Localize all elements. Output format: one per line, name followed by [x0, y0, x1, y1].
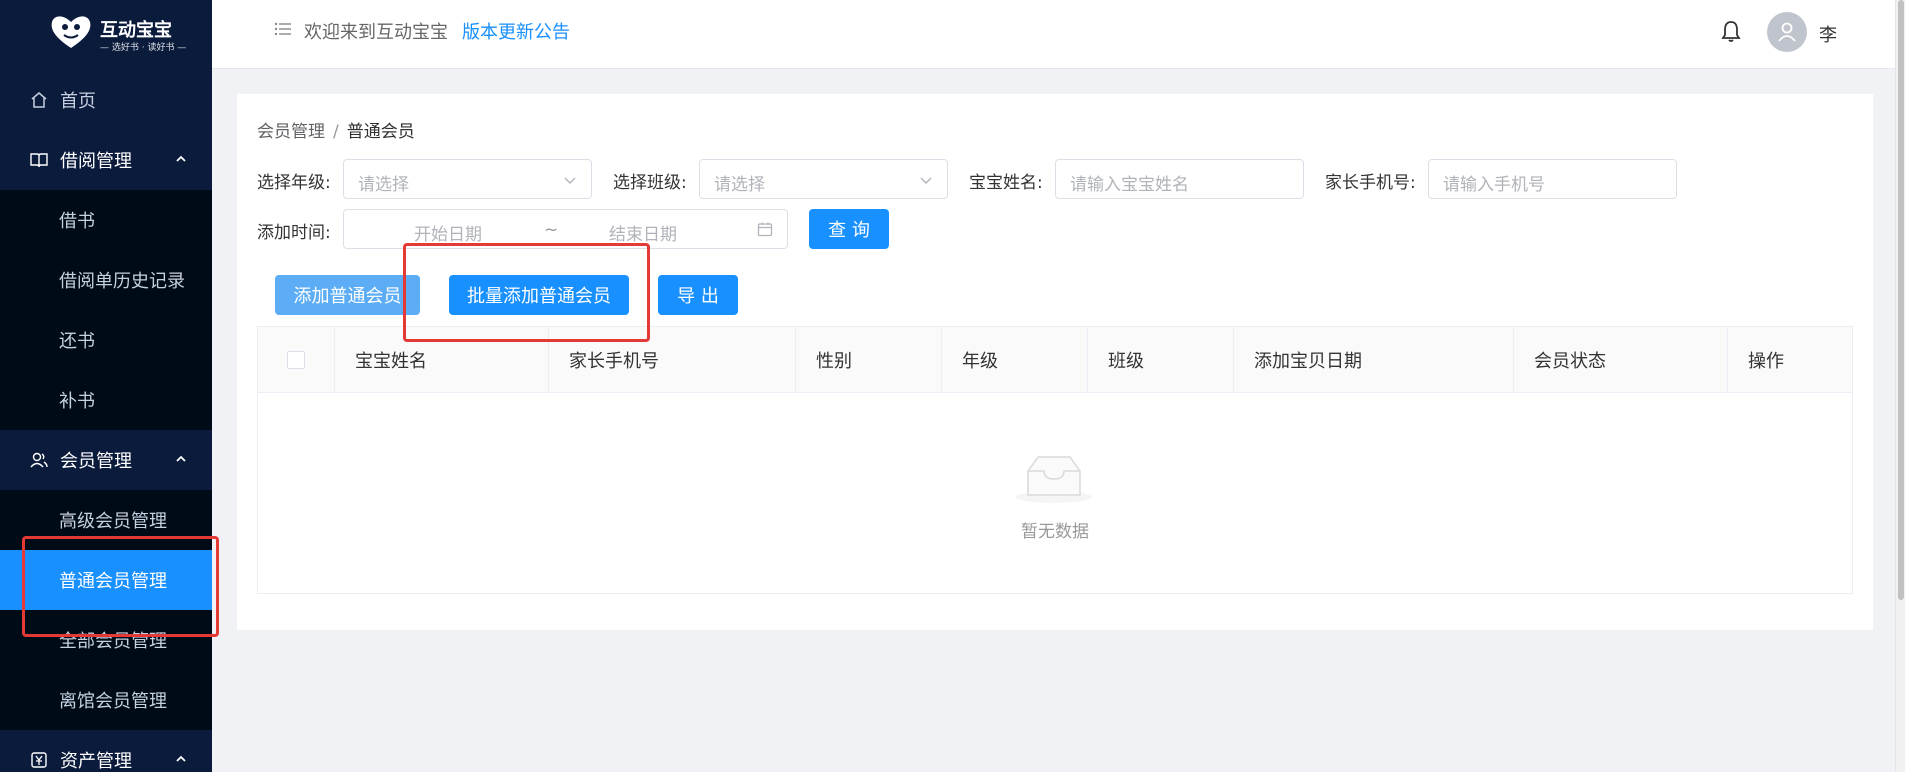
grade-placeholder: 请选择	[358, 175, 409, 195]
column-header[interactable]: 会员状态	[1514, 327, 1728, 393]
date-label: 添加时间:	[257, 223, 331, 243]
table-header: 宝宝姓名 家长手机号 性别 年级 班级 添加宝贝日期 会员状态 操作	[258, 327, 1852, 393]
book-icon	[28, 149, 50, 171]
breadcrumb: 会员管理 / 普通会员	[257, 117, 415, 142]
submenu-borrow: 借书 借阅单历史记录 还书 补书	[0, 190, 212, 430]
breadcrumb-parent[interactable]: 会员管理	[257, 122, 325, 142]
baby-name-placeholder: 请输入宝宝姓名	[1070, 175, 1189, 195]
sidebar: 互动宝宝 — 选好书 · 读好书 — 首页 借阅管理 借书 借阅单历史记录 还书…	[0, 0, 212, 772]
start-date-placeholder[interactable]: 开始日期	[414, 220, 482, 245]
sidebar-group-members[interactable]: 会员管理	[0, 430, 212, 490]
submenu-members: 高级会员管理 普通会员管理 全部会员管理 离馆会员管理	[0, 490, 212, 730]
welcome-text: 欢迎来到互动宝宝	[304, 22, 448, 43]
app-logo[interactable]: 互动宝宝 — 选好书 · 读好书 —	[48, 10, 186, 54]
sidebar-group-borrow[interactable]: 借阅管理	[0, 130, 212, 190]
column-header[interactable]: 操作	[1728, 327, 1852, 393]
sidebar-item-home[interactable]: 首页	[0, 70, 212, 130]
class-select[interactable]: 请选择	[699, 159, 948, 199]
sidebar-item-all-members[interactable]: 全部会员管理	[0, 610, 212, 670]
select-all-checkbox[interactable]	[287, 351, 305, 369]
empty-inbox-icon	[1016, 456, 1092, 503]
class-label: 选择班级:	[613, 173, 687, 193]
menu-list-icon[interactable]	[274, 20, 292, 38]
sidebar-item-borrow-book[interactable]: 借书	[0, 190, 212, 250]
logo-title: 互动宝宝	[100, 20, 172, 41]
table-empty-state: 暂无数据	[258, 393, 1852, 593]
class-placeholder: 请选择	[714, 175, 765, 195]
grade-select[interactable]: 请选择	[343, 159, 592, 199]
sidebar-item-replace-book[interactable]: 补书	[0, 370, 212, 430]
sidebar-group-assets[interactable]: 资产管理	[0, 730, 212, 772]
export-button[interactable]: 导 出	[658, 275, 738, 315]
username[interactable]: 李	[1819, 21, 1837, 47]
scrollbar-thumb[interactable]	[1898, 0, 1904, 600]
sidebar-item-regular-members[interactable]: 普通会员管理	[0, 550, 212, 610]
sidebar-group-label: 借阅管理	[60, 151, 132, 172]
grade-label: 选择年级:	[257, 173, 331, 193]
column-header[interactable]: 家长手机号	[549, 327, 796, 393]
empty-text: 暂无数据	[1021, 522, 1089, 542]
calendar-icon	[757, 222, 773, 237]
sidebar-item-label: 首页	[60, 91, 96, 112]
select-all-cell	[258, 327, 335, 393]
date-range-picker[interactable]: 开始日期 ~ 结束日期	[343, 209, 788, 249]
chevron-up-icon	[176, 155, 186, 162]
logo-tagline: — 选好书 · 读好书 —	[100, 43, 187, 53]
chevron-up-icon	[176, 755, 186, 762]
chevron-down-icon	[920, 177, 932, 184]
version-notice-link[interactable]: 版本更新公告	[462, 18, 570, 44]
top-header: 欢迎来到互动宝宝 版本更新公告 李	[212, 0, 1905, 69]
bulk-add-member-button[interactable]: 批量添加普通会员	[449, 275, 629, 315]
chevron-down-icon	[564, 177, 576, 184]
sidebar-item-borrow-history[interactable]: 借阅单历史记录	[0, 250, 212, 310]
home-icon	[28, 89, 50, 111]
phone-placeholder: 请输入手机号	[1443, 175, 1545, 195]
bell-icon[interactable]	[1720, 19, 1742, 43]
user-icon	[1778, 22, 1796, 42]
members-table: 宝宝姓名 家长手机号 性别 年级 班级 添加宝贝日期 会员状态 操作 暂无数据	[257, 326, 1853, 594]
column-header[interactable]: 添加宝贝日期	[1234, 327, 1514, 393]
sidebar-group-label: 资产管理	[60, 751, 132, 772]
phone-input[interactable]: 请输入手机号	[1428, 159, 1677, 199]
logo-heart-icon	[51, 16, 91, 48]
assets-icon	[28, 749, 50, 771]
phone-label: 家长手机号:	[1325, 173, 1416, 193]
sidebar-menu: 首页 借阅管理 借书 借阅单历史记录 还书 补书 会员管理 高级会员管理 普通会…	[0, 70, 212, 772]
baby-name-label: 宝宝姓名:	[969, 173, 1043, 193]
breadcrumb-current: 普通会员	[346, 122, 415, 142]
column-header[interactable]: 性别	[796, 327, 942, 393]
sidebar-group-label: 会员管理	[60, 451, 132, 472]
avatar[interactable]	[1767, 12, 1807, 52]
end-date-placeholder[interactable]: 结束日期	[609, 220, 677, 245]
sidebar-item-left-members[interactable]: 离馆会员管理	[0, 670, 212, 730]
column-header[interactable]: 年级	[942, 327, 1088, 393]
add-member-button[interactable]: 添加普通会员	[275, 275, 420, 315]
page-scrollbar[interactable]	[1895, 0, 1905, 772]
baby-name-input[interactable]: 请输入宝宝姓名	[1055, 159, 1304, 199]
column-header[interactable]: 宝宝姓名	[335, 327, 549, 393]
content-card: 会员管理 / 普通会员 选择年级: 请选择 选择班级: 请选择 宝宝姓名: 请输入宝…	[237, 94, 1873, 630]
members-icon	[28, 449, 50, 471]
query-button[interactable]: 查 询	[809, 209, 889, 249]
column-header[interactable]: 班级	[1088, 327, 1234, 393]
sidebar-item-premium-members[interactable]: 高级会员管理	[0, 490, 212, 550]
chevron-up-icon	[176, 455, 186, 462]
breadcrumb-separator: /	[333, 122, 339, 142]
sidebar-item-return-book[interactable]: 还书	[0, 310, 212, 370]
range-separator: ~	[544, 220, 559, 240]
